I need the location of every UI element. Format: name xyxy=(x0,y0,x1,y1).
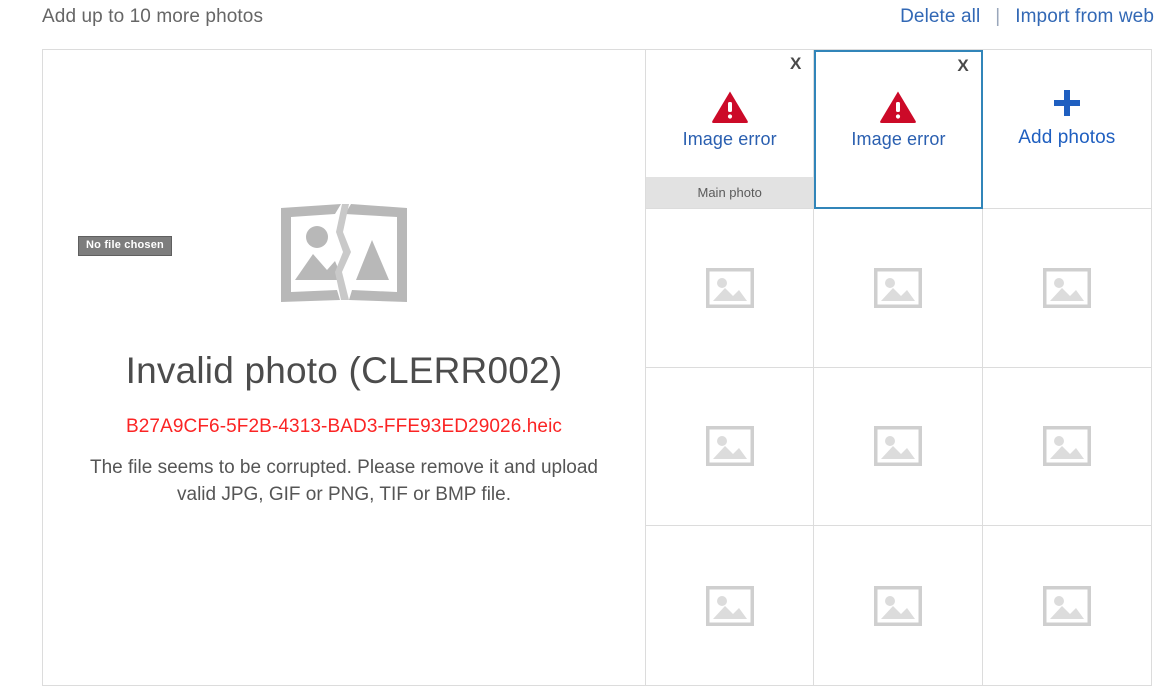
add-photos-tile[interactable]: Add photos xyxy=(982,50,1151,209)
main-photo-badge: Main photo xyxy=(646,177,814,208)
thumbnail-tile-error-main[interactable]: X Image error Main photo xyxy=(646,50,815,209)
page-title: Add up to 10 more photos xyxy=(42,6,264,27)
warning-triangle-icon xyxy=(880,91,917,123)
delete-all-link[interactable]: Delete all xyxy=(900,6,980,28)
image-placeholder-icon xyxy=(1042,426,1091,467)
image-placeholder-icon xyxy=(873,267,922,308)
thumbnail-tile-empty[interactable] xyxy=(982,209,1151,368)
plus-icon xyxy=(1053,90,1080,116)
error-description: The file seems to be corrupted. Please r… xyxy=(89,457,598,505)
photo-upload-page: Add up to 10 more photos Delete all | Im… xyxy=(0,0,1176,699)
thumbnail-tile-empty[interactable] xyxy=(646,526,815,685)
image-placeholder-icon xyxy=(873,585,922,626)
close-icon[interactable]: X xyxy=(957,57,968,74)
thumbnail-tile-empty[interactable] xyxy=(982,367,1151,527)
import-from-web-link[interactable]: Import from web xyxy=(1015,6,1154,28)
header-actions: Delete all | Import from web xyxy=(900,6,1154,28)
photo-preview-pane: No file chosen Invalid photo (CLERR002) … xyxy=(43,50,646,685)
thumbnail-tile-empty[interactable] xyxy=(982,526,1151,685)
add-photos-label: Add photos xyxy=(1018,127,1116,148)
thumbnail-tile-empty[interactable] xyxy=(646,209,815,368)
close-icon[interactable]: X xyxy=(790,55,801,72)
image-placeholder-icon xyxy=(1042,267,1091,308)
thumbnail-tile-empty[interactable] xyxy=(814,367,983,527)
thumbnail-error-label: Image error xyxy=(682,129,777,149)
image-placeholder-icon xyxy=(1042,585,1091,626)
warning-triangle-icon xyxy=(711,91,748,123)
error-title: Invalid photo (CLERR002) xyxy=(125,350,563,391)
header-separator: | xyxy=(995,6,1001,27)
thumbnail-tile-empty[interactable] xyxy=(814,526,983,685)
image-placeholder-icon xyxy=(705,585,754,626)
image-placeholder-icon xyxy=(705,426,754,467)
page-header: Add up to 10 more photos Delete all | Im… xyxy=(0,0,1176,44)
photo-manager-panel: No file chosen Invalid photo (CLERR002) … xyxy=(42,49,1152,686)
image-placeholder-icon xyxy=(873,426,922,467)
thumbnail-grid: X Image error Main photo X Image error A… xyxy=(646,50,1151,685)
thumbnail-tile-error-selected[interactable]: X Image error xyxy=(814,50,983,209)
thumbnail-tile-empty[interactable] xyxy=(814,209,983,368)
error-filename: B27A9CF6-5F2B-4313-BAD3-FFE93ED29026.hei… xyxy=(125,416,563,437)
thumbnail-error-label: Image error xyxy=(851,129,946,149)
thumbnail-tile-empty[interactable] xyxy=(646,367,815,527)
broken-image-icon xyxy=(281,204,407,302)
image-placeholder-icon xyxy=(705,267,754,308)
